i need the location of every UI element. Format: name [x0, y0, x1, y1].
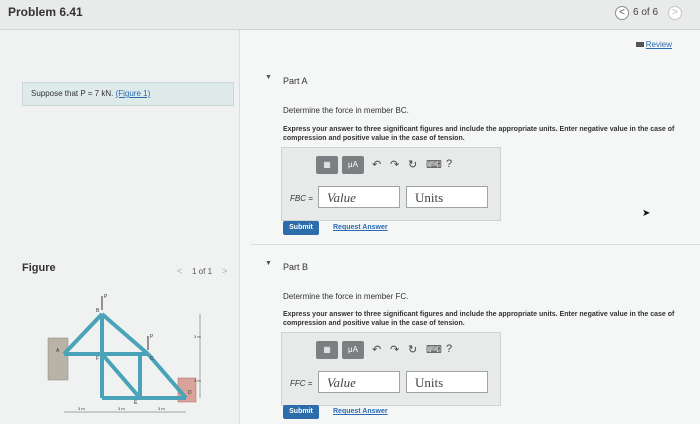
part-a-submit-button[interactable]: Submit	[283, 221, 319, 235]
part-a-question: Determine the force in member BC.	[283, 106, 409, 115]
label-c: C	[150, 356, 154, 362]
dim-horizontal-1: 3 m	[78, 406, 85, 411]
part-b-label: Part B	[283, 262, 309, 272]
mu-button[interactable]: μA	[342, 341, 364, 359]
figure-link[interactable]: (Figure 1)	[116, 89, 151, 98]
label-d: D	[188, 390, 192, 396]
label-b: B	[96, 308, 100, 314]
mu-button[interactable]: μA	[342, 156, 364, 174]
part-a-toggle-icon[interactable]: ▼	[265, 74, 272, 81]
figure-prev-button[interactable]: <	[177, 266, 182, 276]
figure-next-button[interactable]: >	[222, 266, 227, 276]
part-b-value-input[interactable]: Value	[318, 371, 400, 393]
part-a-label: Part A	[283, 76, 308, 86]
next-problem-button[interactable]: >	[668, 6, 682, 20]
redo-icon[interactable]: ↷	[390, 158, 399, 171]
dim-horizontal-3: 3 m	[158, 406, 165, 411]
label-p1: P	[104, 294, 108, 300]
part-b-variable-label: FFC =	[290, 379, 313, 388]
label-f: F	[96, 356, 99, 362]
redo-icon[interactable]: ↷	[390, 343, 399, 356]
keyboard-icon[interactable]: ⌨	[426, 343, 442, 356]
problem-title: Problem 6.41	[8, 5, 83, 19]
truss-members	[62, 312, 188, 400]
template-icon[interactable]: ▦	[316, 341, 338, 359]
problem-counter: 6 of 6	[633, 7, 659, 18]
part-b-units-input[interactable]: Units	[406, 371, 488, 393]
mouse-cursor-icon: ➤	[642, 208, 651, 219]
help-button[interactable]: ?	[446, 158, 452, 170]
label-p2: P	[150, 334, 154, 340]
template-icon[interactable]: ▦	[316, 156, 338, 174]
reset-icon[interactable]: ↻	[408, 343, 417, 356]
answer-panel: Review ▼ Part A Determine the force in m…	[241, 30, 700, 424]
part-b-answer-box: ▦ μA ↶ ↷ ↻ ⌨ ? FFC = Value Units	[281, 332, 501, 406]
part-b-request-answer-link[interactable]: Request Answer	[333, 408, 388, 415]
part-a-answer-box: ▦ μA ↶ ↷ ↻ ⌨ ? FBC = Value Units	[281, 147, 501, 221]
figure-heading: Figure	[22, 262, 56, 274]
problem-panel: Suppose that P = 7 kN. (Figure 1) Figure…	[0, 30, 240, 424]
review-icon	[636, 42, 644, 47]
part-b-instructions: Express your answer to three significant…	[283, 311, 675, 327]
problem-statement: Suppose that P = 7 kN. (Figure 1)	[22, 82, 234, 106]
part-a-variable-label: FBC =	[290, 194, 313, 203]
top-bar: Problem 6.41 < 6 of 6 >	[0, 0, 700, 30]
truss-figure: P P A B C D E F 3 m 3 m 3 m 3 m 3 m	[47, 294, 201, 413]
keyboard-icon[interactable]: ⌨	[426, 158, 442, 171]
part-a-instructions: Express your answer to three significant…	[283, 126, 675, 142]
prompt-text: Suppose that P = 7 kN.	[31, 89, 116, 98]
part-a-value-input[interactable]: Value	[318, 186, 400, 208]
reset-icon[interactable]: ↻	[408, 158, 417, 171]
prev-problem-button[interactable]: <	[615, 6, 629, 20]
figure-counter: 1 of 1	[192, 267, 213, 276]
review-link[interactable]: Review	[646, 40, 672, 49]
part-a-request-answer-link[interactable]: Request Answer	[333, 224, 388, 231]
dim-vertical-1: 3 m	[194, 334, 201, 339]
undo-icon[interactable]: ↶	[372, 158, 381, 171]
left-wall-support	[47, 337, 69, 381]
help-button[interactable]: ?	[446, 343, 452, 355]
dim-horizontal-2: 3 m	[118, 406, 125, 411]
part-a-units-input[interactable]: Units	[406, 186, 488, 208]
dim-vertical-2: 3 m	[194, 378, 201, 383]
part-b-toggle-icon[interactable]: ▼	[265, 260, 272, 267]
part-divider	[251, 244, 700, 245]
part-b-question: Determine the force in member FC.	[283, 292, 409, 301]
part-b-submit-button[interactable]: Submit	[283, 405, 319, 419]
undo-icon[interactable]: ↶	[372, 343, 381, 356]
label-e: E	[134, 400, 138, 406]
